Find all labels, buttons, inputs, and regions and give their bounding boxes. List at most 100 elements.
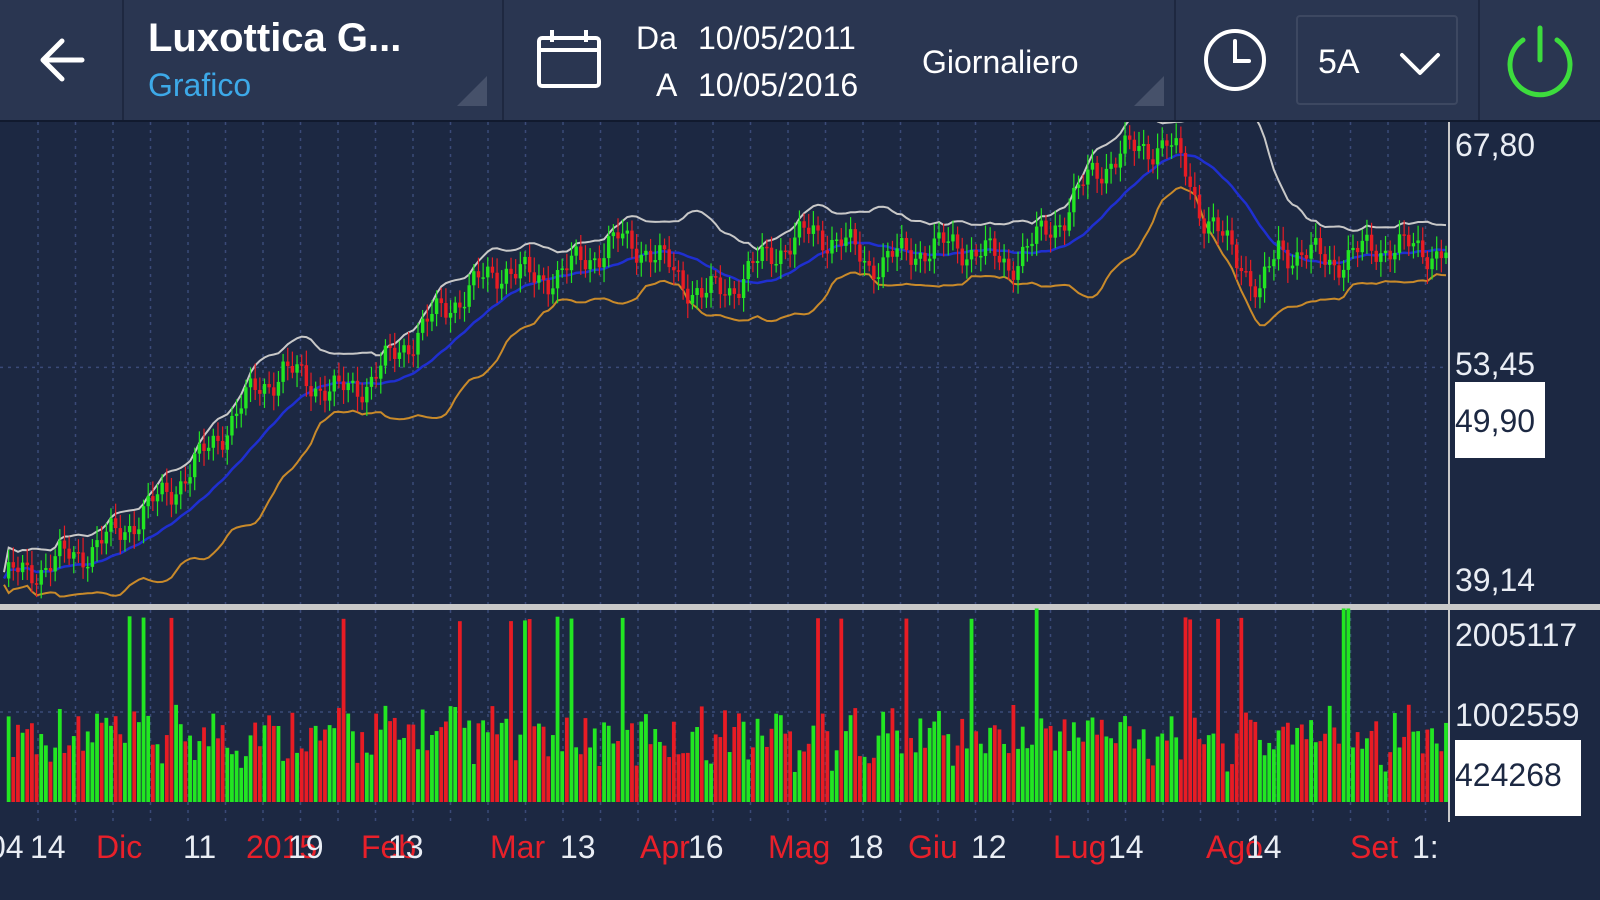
candle-body [1239, 267, 1244, 272]
volume-bar [1137, 739, 1141, 802]
volume-bar [174, 704, 179, 802]
pane-divider[interactable] [0, 604, 1600, 610]
candle-body [1439, 251, 1444, 259]
chart-area[interactable]: 67,80 53,45 39,14 49,90 2005117 1002559 … [0, 122, 1600, 900]
volume-bar [974, 731, 979, 802]
time-button[interactable] [1176, 0, 1294, 120]
candle-body [1193, 186, 1197, 195]
candle-body [639, 254, 643, 263]
volume-bar [127, 616, 132, 802]
volume-bar [43, 745, 48, 802]
volume-bar [1341, 608, 1346, 802]
time-axis-label: Dic [96, 829, 142, 865]
volume-bar [1025, 748, 1030, 802]
volume-bar [192, 760, 197, 802]
candle-body [281, 361, 285, 382]
volume-bar [597, 766, 602, 802]
candle-body [1262, 266, 1267, 289]
volume-bar [243, 756, 248, 802]
candle-body [1114, 163, 1118, 168]
volume-bar [1258, 739, 1262, 802]
candle-body [704, 292, 709, 298]
volume-bar [1332, 727, 1337, 802]
volume-bar [723, 710, 727, 802]
candle-body [746, 261, 750, 280]
volume-bar [1016, 748, 1020, 802]
candle-body [588, 260, 592, 270]
volume-bar [550, 735, 555, 802]
volume-bar [1034, 608, 1039, 802]
candle-body [1002, 258, 1006, 263]
volume-bar [662, 745, 667, 802]
instrument-selector[interactable]: Luxottica G... Grafico [124, 0, 500, 120]
candle-body [1416, 240, 1420, 244]
volume-bar [481, 720, 486, 802]
volume-bar [1378, 764, 1383, 802]
volume-bar [1048, 725, 1053, 802]
volume-bar [81, 750, 85, 802]
candle-body [20, 562, 25, 573]
volume-bar [411, 724, 416, 802]
candle-body [1160, 140, 1164, 149]
candle-body [527, 256, 532, 273]
volume-bar [1225, 771, 1230, 802]
candle-body [183, 481, 188, 484]
candle-body [216, 435, 220, 441]
volume-bar [857, 756, 862, 802]
clock-icon [1204, 29, 1266, 91]
candle-body [1086, 169, 1090, 185]
candle-body [1397, 234, 1402, 253]
candle-body [146, 496, 150, 507]
volume-bar [681, 753, 686, 802]
candle-body [1104, 168, 1109, 184]
volume-bar [955, 745, 960, 802]
volume-bar [876, 735, 881, 802]
candle-body [188, 477, 192, 484]
power-button[interactable] [1480, 0, 1600, 120]
volume-bar [1392, 713, 1397, 802]
volume-bar [34, 754, 39, 802]
volume-bar [271, 725, 276, 802]
volume-bar [1430, 728, 1434, 802]
volume-bar [764, 746, 769, 802]
candle-body [155, 494, 160, 502]
back-button[interactable] [0, 0, 122, 120]
volume-bar [820, 713, 825, 802]
volume-bar [802, 751, 806, 802]
date-range-selector[interactable]: Da 10/05/2011 A 10/05/2016 Giornaliero [504, 0, 1174, 120]
candle-body [872, 265, 876, 280]
volume-bar [625, 729, 630, 802]
candle-body [374, 376, 378, 379]
candle-body [327, 391, 332, 401]
volume-bar [904, 618, 909, 802]
volume-bar [960, 718, 965, 802]
candle-body [434, 298, 439, 315]
volume-bar [1090, 717, 1095, 802]
volume-bar [932, 721, 937, 802]
candle-body [741, 279, 746, 299]
volume-bar [630, 723, 634, 802]
volume-bar [1006, 753, 1011, 802]
volume-bar [323, 729, 327, 802]
volume-bar [783, 733, 788, 802]
candle-body [667, 249, 671, 268]
period-select[interactable]: 5A [1296, 15, 1458, 105]
volume-bar [644, 714, 648, 802]
volume-bar [676, 754, 681, 802]
candle-body [537, 275, 541, 283]
candle-body [1132, 139, 1137, 152]
candle-body [914, 258, 918, 265]
volume-bar [113, 716, 118, 802]
candle-body [472, 271, 476, 286]
volume-bar [909, 737, 913, 802]
volume-bar [1192, 717, 1197, 802]
time-axis-label: 12 [971, 829, 1007, 865]
candle-body [955, 234, 960, 249]
volume-bar [778, 715, 783, 802]
candle-body [481, 277, 485, 279]
volume-bar [150, 744, 155, 802]
candle-body [34, 583, 39, 585]
candle-body [48, 568, 53, 572]
candle-body [30, 565, 34, 584]
volume-bar [699, 706, 704, 802]
